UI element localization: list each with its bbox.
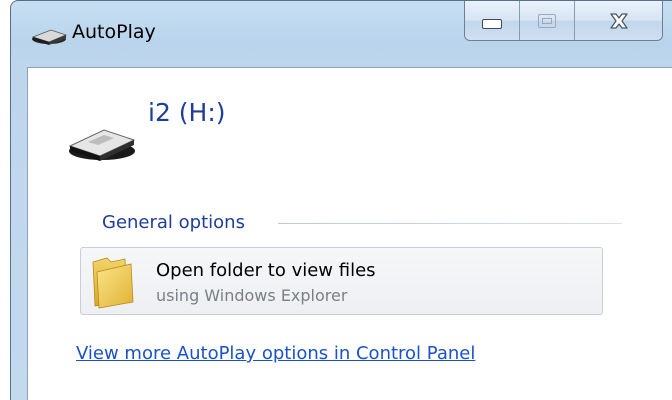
device-name: i2 (H:): [148, 98, 226, 127]
option-subtitle: using Windows Explorer: [156, 286, 348, 305]
caption-buttons: [464, 1, 663, 41]
close-button[interactable]: [575, 1, 662, 40]
folder-icon: [92, 257, 134, 309]
maximize-button[interactable]: [520, 1, 575, 40]
close-icon: [609, 12, 628, 29]
client-area: i2 (H:) General options Open folder to v…: [27, 67, 672, 400]
removable-drive-icon: [31, 29, 68, 45]
control-panel-link[interactable]: View more AutoPlay options in Control Pa…: [76, 343, 475, 364]
option-open-folder[interactable]: Open folder to view files using Windows …: [80, 247, 603, 315]
maximize-icon: [538, 13, 556, 28]
autoplay-window: AutoPlay i2 (H:) General options Open fo…: [10, 0, 672, 400]
section-header-general-options: General options: [102, 212, 245, 233]
section-divider: [278, 223, 622, 224]
window-title: AutoPlay: [72, 21, 156, 43]
screen: AutoPlay i2 (H:) General options Open fo…: [0, 0, 672, 400]
minimize-icon: [482, 18, 502, 29]
title-bar[interactable]: AutoPlay: [11, 1, 672, 67]
option-title: Open folder to view files: [156, 260, 376, 281]
minimize-button[interactable]: [465, 1, 520, 40]
usb-drive-icon: [68, 129, 136, 161]
